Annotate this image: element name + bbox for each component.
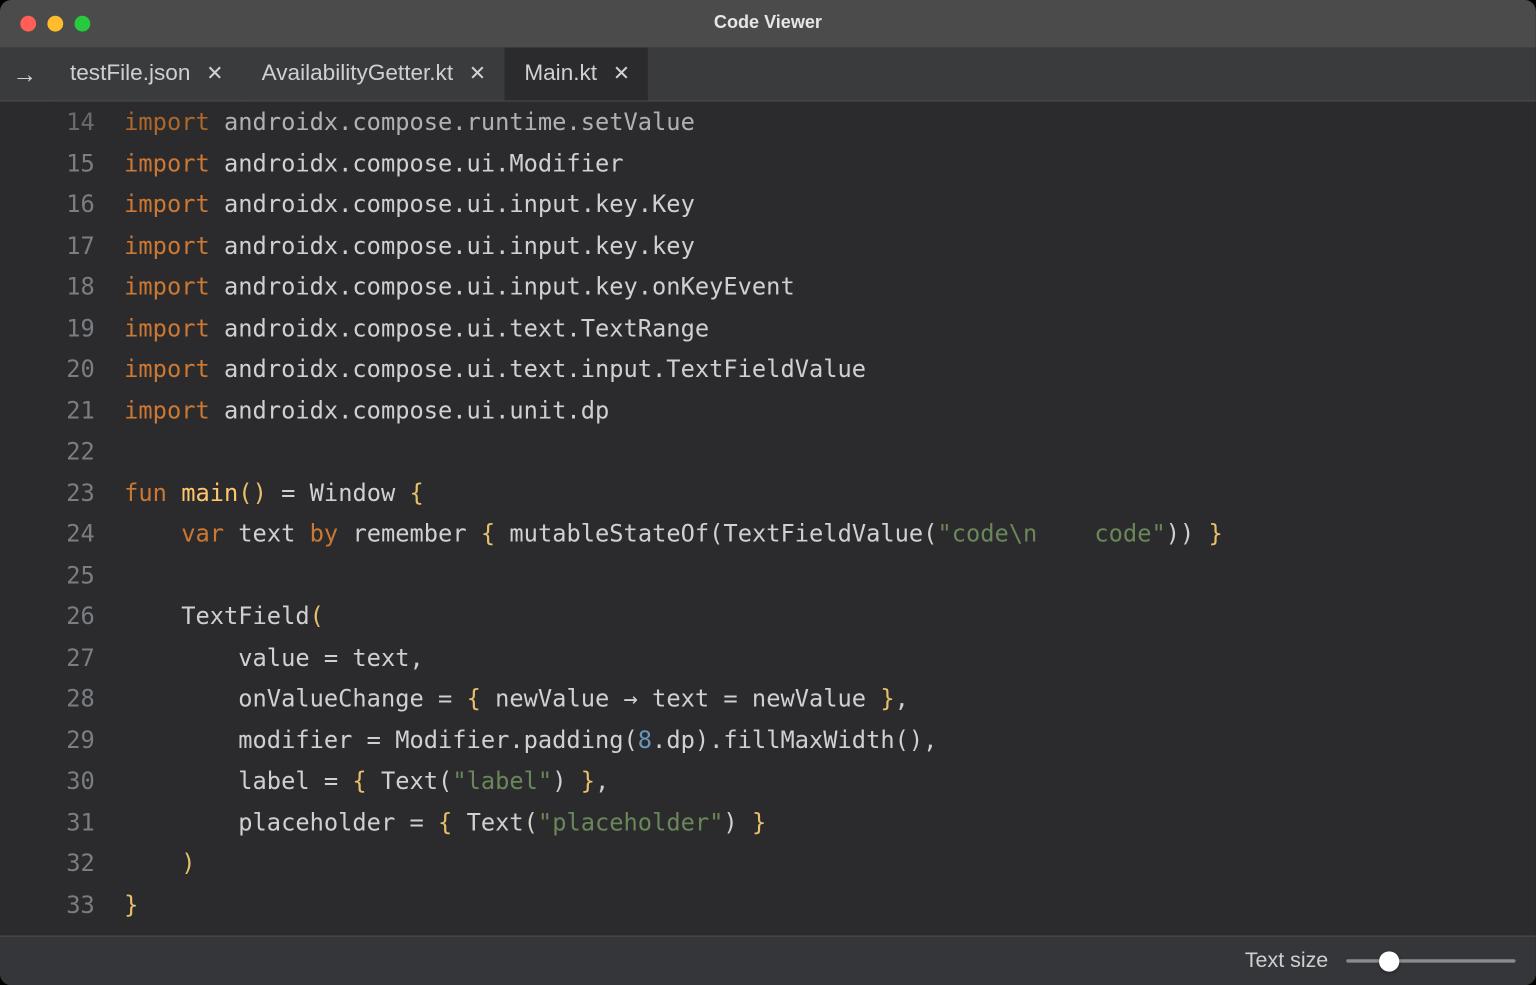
maximize-button[interactable] <box>74 16 90 32</box>
code-editor[interactable]: 14import androidx.compose.runtime.setVal… <box>0 102 1536 936</box>
code-line: 25 <box>0 555 1536 596</box>
line-number: 19 <box>0 308 124 349</box>
line-number: 32 <box>0 843 124 884</box>
line-number: 18 <box>0 266 124 307</box>
minimize-button[interactable] <box>47 16 63 32</box>
code-line: 15import androidx.compose.ui.Modifier <box>0 143 1536 184</box>
line-number: 15 <box>0 143 124 184</box>
line-number: 16 <box>0 184 124 225</box>
line-content: fun main() = Window { <box>124 472 1536 513</box>
slider-thumb[interactable] <box>1378 951 1398 971</box>
tab-label: AvailabilityGetter.kt <box>262 61 454 87</box>
tab-label: Main.kt <box>524 61 597 87</box>
code-line: 30 label = { Text("label") }, <box>0 761 1536 802</box>
line-number: 21 <box>0 390 124 431</box>
code-line: 23fun main() = Window { <box>0 472 1536 513</box>
code-line: 31 placeholder = { Text("placeholder") } <box>0 802 1536 843</box>
text-size-label: Text size <box>1245 949 1328 974</box>
tab-bar: → testFile.json✕AvailabilityGetter.kt✕Ma… <box>0 47 1536 101</box>
close-button[interactable] <box>20 16 36 32</box>
close-icon[interactable]: ✕ <box>469 62 486 86</box>
line-content: } <box>124 884 1536 925</box>
slider-track <box>1346 959 1515 962</box>
code-line: 32 ) <box>0 843 1536 884</box>
app-window: Code Viewer → testFile.json✕Availability… <box>0 0 1536 985</box>
line-number: 29 <box>0 719 124 760</box>
tab[interactable]: testFile.json ✕ <box>50 47 242 100</box>
line-content: var text by remember { mutableStateOf(Te… <box>124 513 1536 554</box>
code-line: 14import androidx.compose.runtime.setVal… <box>0 102 1536 143</box>
close-icon[interactable]: ✕ <box>613 62 630 86</box>
tab-label: testFile.json <box>70 61 190 87</box>
code-line: 16import androidx.compose.ui.input.key.K… <box>0 184 1536 225</box>
line-number: 27 <box>0 637 124 678</box>
line-content: ) <box>124 843 1536 884</box>
line-number: 33 <box>0 884 124 925</box>
text-size-slider[interactable] <box>1346 950 1515 973</box>
line-content: import androidx.compose.ui.unit.dp <box>124 390 1536 431</box>
line-number: 17 <box>0 225 124 266</box>
code-line: 24 var text by remember { mutableStateOf… <box>0 513 1536 554</box>
titlebar: Code Viewer <box>0 0 1536 47</box>
code-line: 18import androidx.compose.ui.input.key.o… <box>0 266 1536 307</box>
line-content: import androidx.compose.runtime.setValue <box>124 102 1536 143</box>
window-title: Code Viewer <box>0 14 1536 34</box>
line-number: 22 <box>0 431 124 472</box>
line-number: 28 <box>0 678 124 719</box>
line-content: label = { Text("label") }, <box>124 761 1536 802</box>
tab[interactable]: Main.kt ✕ <box>504 47 648 100</box>
line-content: modifier = Modifier.padding(8.dp).fillMa… <box>124 719 1536 760</box>
nav-forward-icon[interactable]: → <box>0 47 50 100</box>
line-number: 31 <box>0 802 124 843</box>
line-content: import androidx.compose.ui.text.TextRang… <box>124 308 1536 349</box>
line-number: 30 <box>0 761 124 802</box>
line-content: placeholder = { Text("placeholder") } <box>124 802 1536 843</box>
line-number: 23 <box>0 472 124 513</box>
line-content: onValueChange = { newValue → text = newV… <box>124 678 1536 719</box>
line-content: import androidx.compose.ui.text.input.Te… <box>124 349 1536 390</box>
line-number: 25 <box>0 555 124 596</box>
code-line: 19import androidx.compose.ui.text.TextRa… <box>0 308 1536 349</box>
line-content <box>124 555 1536 596</box>
code-line: 20import androidx.compose.ui.text.input.… <box>0 349 1536 390</box>
line-content <box>124 431 1536 472</box>
line-content: import androidx.compose.ui.Modifier <box>124 143 1536 184</box>
close-icon[interactable]: ✕ <box>206 62 223 86</box>
code-line: 21import androidx.compose.ui.unit.dp <box>0 390 1536 431</box>
code-line: 17import androidx.compose.ui.input.key.k… <box>0 225 1536 266</box>
line-content: value = text, <box>124 637 1536 678</box>
code-line: 28 onValueChange = { newValue → text = n… <box>0 678 1536 719</box>
line-number: 14 <box>0 102 124 143</box>
traffic-lights <box>0 16 90 32</box>
line-content: import androidx.compose.ui.input.key.onK… <box>124 266 1536 307</box>
code-line: 27 value = text, <box>0 637 1536 678</box>
line-number: 24 <box>0 513 124 554</box>
tab[interactable]: AvailabilityGetter.kt ✕ <box>241 47 504 100</box>
code-line: 26 TextField( <box>0 596 1536 637</box>
status-bar: Text size <box>0 936 1536 985</box>
code-line: 22 <box>0 431 1536 472</box>
code-line: 29 modifier = Modifier.padding(8.dp).fil… <box>0 719 1536 760</box>
line-content: TextField( <box>124 596 1536 637</box>
line-content: import androidx.compose.ui.input.key.key <box>124 225 1536 266</box>
code-line: 33} <box>0 884 1536 925</box>
line-content: import androidx.compose.ui.input.key.Key <box>124 184 1536 225</box>
line-number: 26 <box>0 596 124 637</box>
line-number: 20 <box>0 349 124 390</box>
